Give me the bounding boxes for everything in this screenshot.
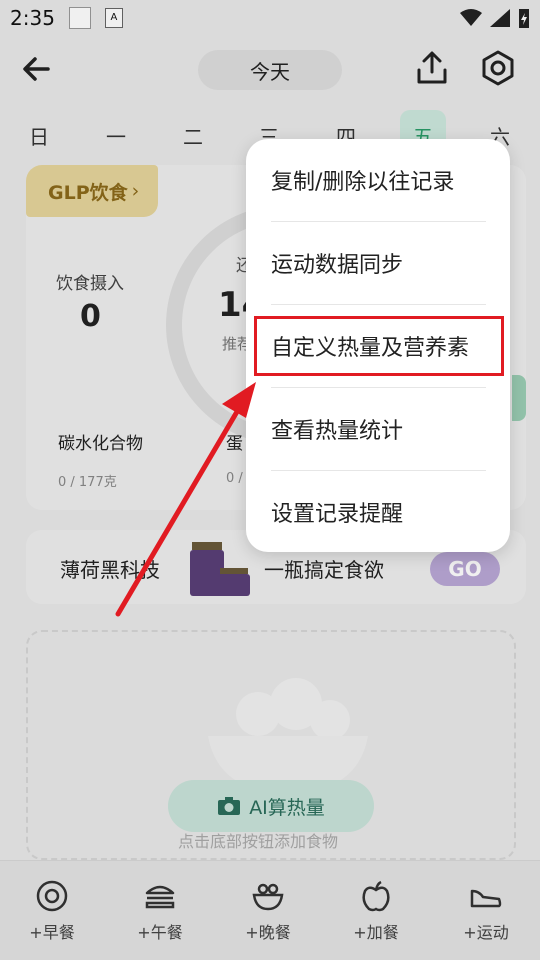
menu-item-record-reminder[interactable]: 设置记录提醒 xyxy=(246,471,510,553)
highlight-box xyxy=(254,316,504,376)
menu-item-copy-delete-records[interactable]: 复制/删除以往记录 xyxy=(246,139,510,221)
menu-item-calorie-stats[interactable]: 查看热量统计 xyxy=(246,388,510,470)
menu-item-exercise-sync[interactable]: 运动数据同步 xyxy=(246,222,510,304)
